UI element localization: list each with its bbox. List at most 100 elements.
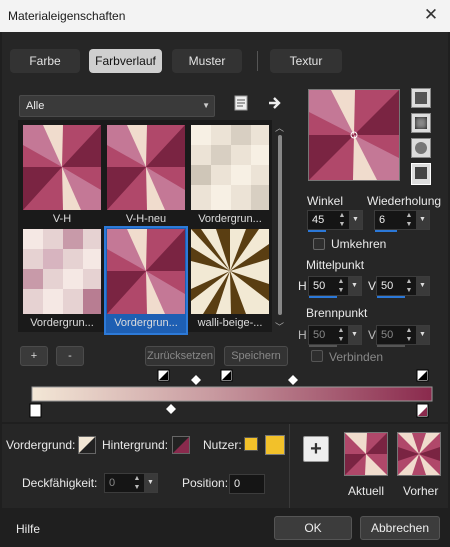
repeat-slider[interactable] — [375, 230, 397, 232]
chevron-down-icon[interactable]: ▼ — [348, 326, 361, 344]
repeat-label: Wiederholung — [367, 194, 442, 208]
spin-arrows-icon[interactable]: ▲ ▼ — [403, 326, 415, 344]
linear-style-icon[interactable] — [411, 88, 431, 108]
center-v-slider[interactable] — [377, 296, 405, 298]
focal-label: Brennpunkt — [306, 306, 368, 320]
ok-button[interactable]: OK — [274, 516, 352, 540]
spin-arrows-icon[interactable]: ▲ ▼ — [335, 326, 347, 344]
gradient-editor[interactable] — [20, 366, 440, 422]
save-gradient-button[interactable]: Speichern — [224, 346, 288, 366]
tab-textur[interactable]: Textur — [270, 49, 342, 73]
center-h-slider[interactable] — [309, 296, 337, 298]
angle-label: Winkel — [307, 194, 344, 208]
gradient-item-selected[interactable]: Vordergrun... — [104, 226, 188, 335]
opacity-label: Deckfähigkeit: — [22, 476, 98, 490]
help-link[interactable]: Hilfe — [16, 522, 40, 536]
position-label: Position: — [182, 476, 229, 490]
sunburst-style-icon[interactable] — [411, 163, 431, 185]
add-preset-button[interactable]: + — [303, 436, 329, 462]
gradient-thumbnail — [23, 125, 101, 210]
chevron-down-icon[interactable]: ▼ — [348, 277, 361, 295]
remove-gradient-button[interactable]: - — [56, 346, 84, 366]
gradient-thumbnail — [191, 125, 269, 210]
arrow-right-icon[interactable] — [266, 94, 284, 112]
current-preview — [344, 432, 388, 476]
reset-button[interactable]: Zurücksetzen — [145, 346, 215, 366]
radial-style-icon[interactable] — [411, 138, 431, 158]
title-bar: Materialeigenschaften ✕ — [0, 0, 450, 32]
repeat-value: 6 — [379, 214, 386, 226]
gradient-thumbnail — [107, 125, 185, 210]
midpoint-marker-icon — [157, 369, 170, 382]
close-icon[interactable]: ✕ — [420, 4, 442, 26]
chevron-down-icon[interactable]: ▼ — [144, 474, 157, 492]
gradient-preview[interactable] — [308, 89, 400, 181]
spin-arrows-icon[interactable]: ▲ ▼ — [131, 474, 143, 492]
panel-divider — [289, 424, 290, 508]
link-label: Verbinden — [329, 350, 384, 364]
center-h-input[interactable]: 50 ▲ ▼ ▼ — [308, 276, 362, 298]
focal-v-slider[interactable] — [377, 345, 405, 347]
invert-label: Umkehren — [331, 237, 387, 251]
gradient-label: Vordergrun... — [114, 317, 178, 329]
user-color-radio[interactable] — [244, 437, 258, 451]
spin-arrows-icon[interactable]: ▲ ▼ — [335, 277, 347, 295]
scroll-up-icon[interactable]: ︿ — [275, 121, 284, 134]
gradient-item[interactable]: V-H — [22, 124, 102, 229]
category-select-value: Alle — [26, 100, 45, 112]
angle-slider[interactable] — [308, 230, 326, 232]
user-color-swatch[interactable] — [265, 435, 285, 455]
angle-value: 45 — [312, 214, 325, 226]
focal-v-input[interactable]: 50 ▲ ▼ ▼ — [376, 325, 430, 347]
foreground-swatch[interactable] — [78, 436, 96, 454]
gradient-label: walli-beige-... — [197, 317, 263, 329]
gradient-item[interactable]: Vordergrun... — [190, 124, 270, 229]
invert-checkbox[interactable] — [313, 238, 325, 250]
center-v-input[interactable]: 50 ▲ ▼ ▼ — [376, 276, 430, 298]
document-icon[interactable] — [232, 94, 250, 112]
spin-arrows-icon[interactable]: ▲ ▼ — [336, 211, 348, 229]
chevron-down-icon[interactable]: ▼ — [416, 277, 429, 295]
previous-preview[interactable] — [397, 432, 441, 476]
chevron-down-icon[interactable]: ▼ — [416, 326, 429, 344]
scrollbar-thumb[interactable] — [278, 135, 282, 315]
position-input[interactable]: 0 — [229, 474, 265, 494]
center-v-label: V — [368, 279, 377, 293]
chevron-down-icon[interactable]: ▼ — [416, 211, 429, 229]
user-label: Nutzer: — [203, 438, 242, 452]
cancel-button[interactable]: Abbrechen — [360, 516, 440, 540]
angle-input[interactable]: 45 ▲ ▼ ▼ — [307, 210, 363, 232]
gradient-thumbnail — [23, 229, 101, 314]
spin-arrows-icon[interactable]: ▲ ▼ — [403, 277, 415, 295]
link-checkbox[interactable] — [311, 350, 323, 362]
focal-h-slider[interactable] — [309, 345, 337, 347]
gradient-label: Vordergrun... — [30, 317, 94, 329]
scroll-down-icon[interactable]: ﹀ — [275, 320, 284, 333]
current-label: Aktuell — [348, 484, 385, 498]
focal-h-value: 50 — [313, 329, 326, 341]
foreground-label: Vordergrund: — [6, 438, 76, 452]
gradient-item[interactable]: V-H-neu — [106, 124, 186, 229]
rectangular-style-icon[interactable] — [411, 113, 431, 133]
gradient-item[interactable]: Vordergrun... — [22, 228, 102, 333]
tab-farbe[interactable]: Farbe — [10, 49, 80, 73]
focal-h-label: H — [298, 328, 307, 342]
background-label: Hintergrund: — [102, 438, 169, 452]
center-v-value: 50 — [381, 280, 394, 292]
category-select[interactable]: Alle ▼ — [19, 95, 215, 117]
tab-muster[interactable]: Muster — [172, 49, 242, 73]
repeat-input[interactable]: 6 ▲ ▼ ▼ — [374, 210, 430, 232]
gradient-label: V-H-neu — [125, 213, 167, 225]
chevron-down-icon[interactable]: ▼ — [349, 211, 362, 229]
gradient-list-scrollbar[interactable]: ︿ ﹀ — [274, 121, 286, 332]
opacity-input[interactable]: 0 ▲ ▼ ▼ — [104, 473, 158, 493]
background-swatch[interactable] — [172, 436, 190, 454]
gradient-thumbnail — [191, 229, 269, 314]
gradient-item[interactable]: walli-beige-... — [190, 228, 270, 333]
tab-farbverlauf[interactable]: Farbverlauf — [89, 49, 162, 73]
focal-h-input[interactable]: 50 ▲ ▼ ▼ — [308, 325, 362, 347]
spin-arrows-icon[interactable]: ▲ ▼ — [403, 211, 415, 229]
center-h-label: H — [298, 279, 307, 293]
add-gradient-button[interactable]: + — [20, 346, 48, 366]
gradient-thumbnail — [107, 229, 185, 314]
